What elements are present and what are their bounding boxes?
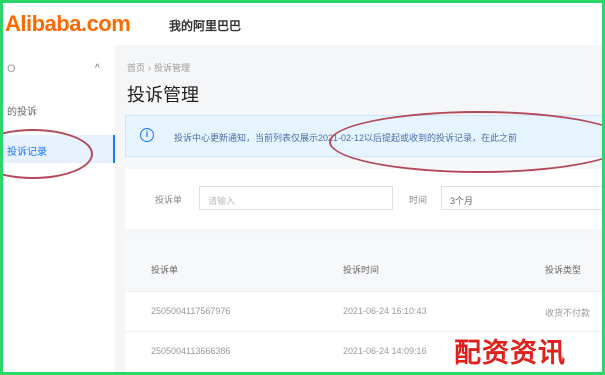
complaint-no-cell[interactable]: 2505004113666386 xyxy=(151,346,230,356)
table-header: 投诉单 投诉时间 投诉类型 xyxy=(125,241,602,291)
time-select-value: 3个月 xyxy=(450,196,474,206)
breadcrumb-home[interactable]: 首页 xyxy=(127,63,145,73)
time-select[interactable]: 3个月 xyxy=(441,186,602,210)
sidebar-item-my-complaints[interactable]: 的投诉 xyxy=(3,95,115,123)
breadcrumb: 首页 › 投诉管理 xyxy=(127,61,190,74)
complaint-no-label: 投诉单 xyxy=(155,195,183,205)
table-row[interactable]: 2505004117567976 2021-06-24 16:10:43 收货不… xyxy=(125,291,602,332)
sidebar-group-label: O xyxy=(7,63,16,75)
sidebar: O ^ 的投诉 投诉记录 xyxy=(3,45,116,372)
chevron-up-icon[interactable]: ^ xyxy=(95,63,100,74)
complaint-time-cell: 2021-06-24 16:10:43 xyxy=(343,306,427,316)
complaint-no-input[interactable]: 请输入 xyxy=(199,186,393,210)
filter-bar: 投诉单 请输入 时间 3个月 xyxy=(125,169,602,229)
complaint-time-cell: 2021-06-24 14:09:16 xyxy=(343,346,427,356)
complaint-no-placeholder: 请输入 xyxy=(208,196,236,206)
screenshot-frame: Alibaba.com 我的阿里巴巴 O ^ 的投诉 投诉记录 首页 › 投诉管理 … xyxy=(0,0,605,375)
time-label: 时间 xyxy=(409,195,428,205)
column-header-complaint-no[interactable]: 投诉单 xyxy=(151,263,178,276)
page-title: 投诉管理 xyxy=(127,85,199,105)
complaint-type-cell: 收货不付款 xyxy=(545,308,591,318)
top-header: Alibaba.com 我的阿里巴巴 xyxy=(3,3,602,46)
alibaba-logo[interactable]: Alibaba.com xyxy=(5,11,131,37)
sidebar-group-header[interactable]: O ^ xyxy=(3,63,115,83)
sidebar-item-label: 的投诉 xyxy=(7,107,37,118)
breadcrumb-current: 投诉管理 xyxy=(154,63,191,73)
info-icon: i xyxy=(140,128,154,142)
my-alibaba-title: 我的阿里巴巴 xyxy=(169,19,242,33)
complaint-no-cell[interactable]: 2505004117567976 xyxy=(151,306,230,316)
column-header-complaint-time[interactable]: 投诉时间 xyxy=(343,263,379,276)
main-content: 首页 › 投诉管理 投诉管理 i 投诉中心更新通知，当前列表仅展示2021-02-1… xyxy=(115,45,602,372)
watermark-stamp: 配资资讯 xyxy=(454,338,566,369)
column-header-complaint-type[interactable]: 投诉类型 xyxy=(545,263,581,276)
breadcrumb-separator: › xyxy=(148,63,152,73)
